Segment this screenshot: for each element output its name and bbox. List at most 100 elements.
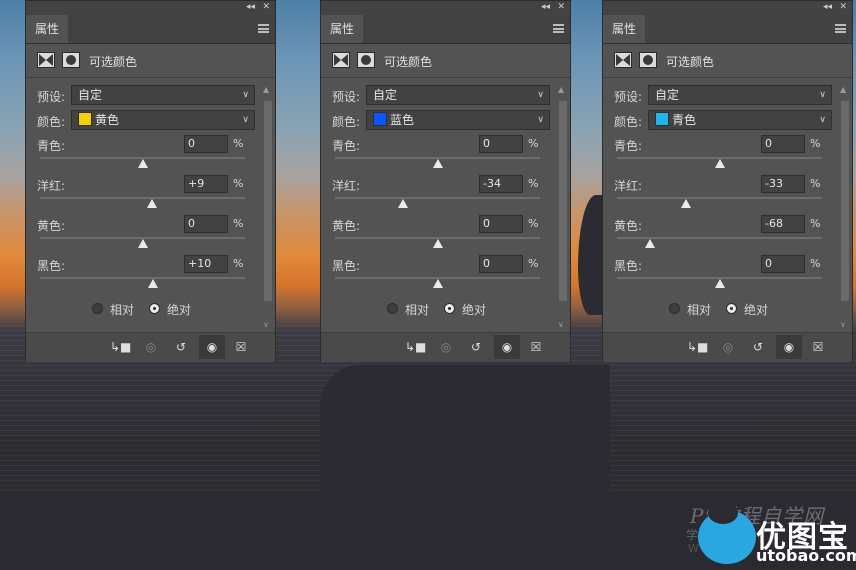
slider-value-field[interactable]: -33	[761, 175, 805, 193]
scroll-down-icon[interactable]: ∨	[840, 320, 846, 329]
reset-icon[interactable]: ↺	[748, 338, 768, 356]
slider-value-field[interactable]: -68	[761, 215, 805, 233]
panel-menu-icon[interactable]	[258, 24, 269, 33]
slider-thumb[interactable]	[137, 239, 148, 248]
delete-trash-icon[interactable]: ☒	[526, 338, 546, 356]
tab-properties[interactable]: 属性	[603, 15, 645, 43]
slider-value-field[interactable]: 0	[761, 135, 805, 153]
colors-label: 颜色:	[614, 115, 643, 129]
scroll-up-icon[interactable]: ▲	[263, 85, 269, 94]
view-previous-icon[interactable]: ◎	[436, 338, 456, 356]
layer-mask-icon[interactable]	[62, 52, 80, 68]
visibility-eye-icon[interactable]: ◉	[199, 335, 225, 359]
adjustment-title: 可选颜色	[666, 55, 715, 69]
radio-absolute-label: 绝对	[167, 303, 192, 317]
slider-thumb[interactable]	[432, 159, 443, 168]
slider-thumb[interactable]	[680, 199, 691, 208]
colors-dropdown[interactable]: 青色 ∨	[648, 110, 832, 130]
slider-thumb[interactable]	[714, 279, 725, 288]
colors-dropdown[interactable]: 蓝色 ∨	[366, 110, 550, 130]
scroll-thumb[interactable]	[264, 101, 272, 301]
preset-dropdown[interactable]: 自定 ∨	[366, 85, 550, 105]
preset-dropdown[interactable]: 自定 ∨	[648, 85, 832, 105]
scrollbar[interactable]: ▲ ∨	[558, 85, 568, 329]
adjustment-header: 可选颜色	[321, 44, 570, 78]
layer-mask-icon[interactable]	[357, 52, 375, 68]
delete-trash-icon[interactable]: ☒	[231, 338, 251, 356]
selective-color-icon	[37, 52, 55, 68]
visibility-eye-icon[interactable]: ◉	[776, 335, 802, 359]
slider-value-field[interactable]: 0	[479, 135, 523, 153]
tab-properties[interactable]: 属性	[26, 15, 68, 43]
close-icon[interactable]: ✕	[839, 1, 847, 13]
scroll-thumb[interactable]	[841, 101, 849, 301]
slider-thumb[interactable]	[147, 279, 158, 288]
scrollbar[interactable]: ▲ ∨	[263, 85, 273, 329]
close-icon[interactable]: ✕	[557, 1, 565, 13]
radio-relative[interactable]	[669, 303, 680, 314]
colors-dropdown[interactable]: 黄色 ∨	[71, 110, 255, 130]
slider-value-field[interactable]: +9	[184, 175, 228, 193]
scroll-down-icon[interactable]: ∨	[263, 320, 269, 329]
slider-label: 洋红:	[614, 179, 643, 193]
slider-label: 黑色:	[37, 259, 66, 273]
scroll-down-icon[interactable]: ∨	[558, 320, 564, 329]
panel-menu-icon[interactable]	[553, 24, 564, 33]
slider-thumb[interactable]	[644, 239, 655, 248]
slider-thumb[interactable]	[432, 279, 443, 288]
panel-footer: ↳■ ◎ ↺ ◉ ☒	[26, 332, 275, 362]
reset-icon[interactable]: ↺	[171, 338, 191, 356]
slider-track[interactable]	[617, 197, 822, 199]
collapse-icon[interactable]: ◂◂	[541, 1, 550, 13]
percent-label: %	[810, 177, 821, 190]
radio-absolute[interactable]	[149, 303, 160, 314]
slider-thumb[interactable]	[432, 239, 443, 248]
panel-titlebar: ◂◂ ✕	[321, 1, 570, 15]
slider-value-field[interactable]: 0	[479, 215, 523, 233]
slider-value-field[interactable]: 0	[184, 135, 228, 153]
slider-value-field[interactable]: -34	[479, 175, 523, 193]
radio-absolute[interactable]	[726, 303, 737, 314]
percent-label: %	[810, 137, 821, 150]
slider-thumb[interactable]	[397, 199, 408, 208]
percent-label: %	[810, 217, 821, 230]
slider-thumb[interactable]	[714, 159, 725, 168]
scroll-thumb[interactable]	[559, 101, 567, 301]
tab-row: 属性	[603, 15, 852, 44]
view-previous-icon[interactable]: ◎	[718, 338, 738, 356]
reset-icon[interactable]: ↺	[466, 338, 486, 356]
slider-thumb[interactable]	[137, 159, 148, 168]
slider-value-field[interactable]: +10	[184, 255, 228, 273]
scrollbar[interactable]: ▲ ∨	[840, 85, 850, 329]
slider-value-field[interactable]: 0	[761, 255, 805, 273]
close-icon[interactable]: ✕	[262, 1, 270, 13]
panel-menu-icon[interactable]	[835, 24, 846, 33]
percent-label: %	[233, 257, 244, 270]
slider-value-field[interactable]: 0	[479, 255, 523, 273]
slider-track[interactable]	[335, 197, 540, 199]
preset-dropdown[interactable]: 自定 ∨	[71, 85, 255, 105]
scroll-up-icon[interactable]: ▲	[558, 85, 564, 94]
view-previous-icon[interactable]: ◎	[141, 338, 161, 356]
collapse-icon[interactable]: ◂◂	[823, 1, 832, 13]
slider-track[interactable]	[40, 197, 245, 199]
clip-to-layer-icon[interactable]: ↳■	[405, 338, 426, 356]
clip-to-layer-icon[interactable]: ↳■	[687, 338, 708, 356]
chevron-down-icon: ∨	[819, 115, 826, 125]
preset-value: 自定	[373, 88, 398, 102]
layer-mask-icon[interactable]	[639, 52, 657, 68]
slider-label: 青色:	[37, 139, 66, 153]
radio-relative[interactable]	[92, 303, 103, 314]
visibility-eye-icon[interactable]: ◉	[494, 335, 520, 359]
clip-to-layer-icon[interactable]: ↳■	[110, 338, 131, 356]
radio-absolute-label: 绝对	[462, 303, 487, 317]
collapse-icon[interactable]: ◂◂	[246, 1, 255, 13]
delete-trash-icon[interactable]: ☒	[808, 338, 828, 356]
radio-absolute[interactable]	[444, 303, 455, 314]
slider-value-field[interactable]: 0	[184, 215, 228, 233]
slider-thumb[interactable]	[146, 199, 157, 208]
scroll-up-icon[interactable]: ▲	[840, 85, 846, 94]
tab-properties[interactable]: 属性	[321, 15, 363, 43]
radio-relative[interactable]	[387, 303, 398, 314]
slider-track[interactable]	[40, 277, 245, 279]
